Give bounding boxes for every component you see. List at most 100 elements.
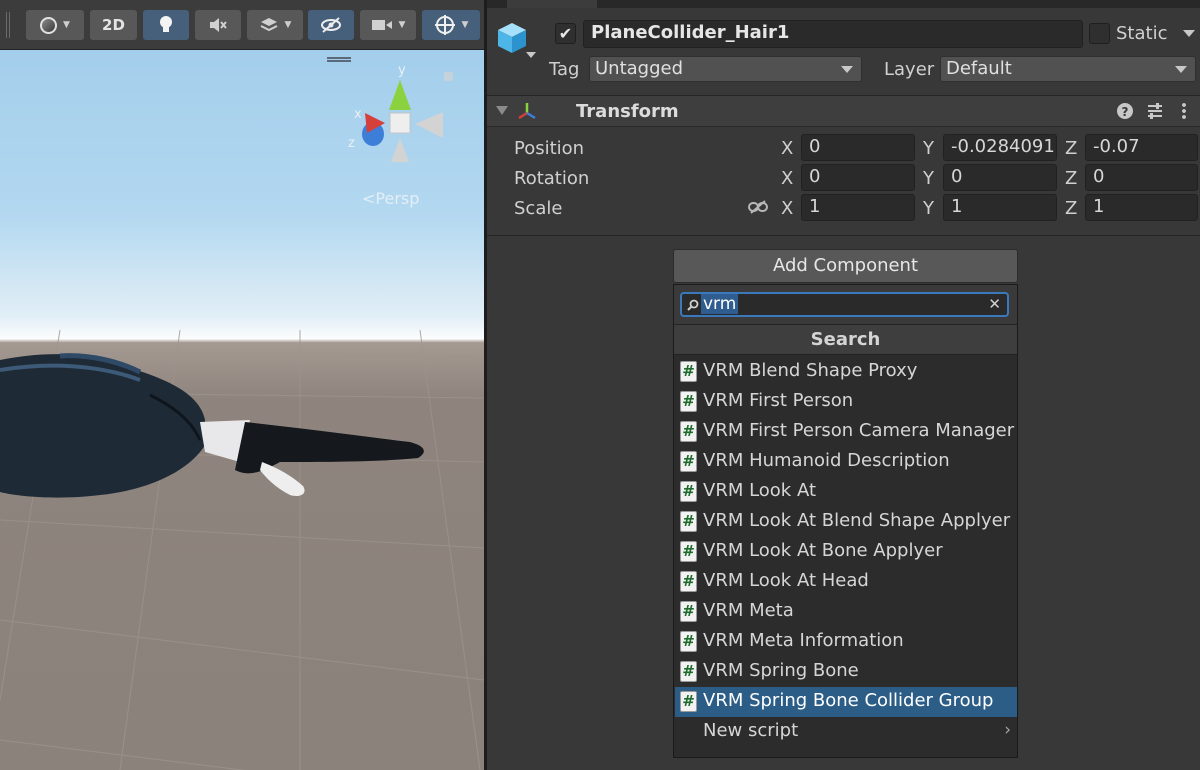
clear-search-icon[interactable]: ✕ (988, 295, 1001, 313)
script-hash-icon: # (680, 541, 697, 562)
chevron-down-icon: ▼ (284, 20, 292, 30)
icon-dropdown-arrow[interactable] (526, 52, 536, 58)
search-input-text[interactable]: vrm (701, 294, 739, 314)
constrain-proportions-icon[interactable] (748, 200, 768, 214)
position-x-field[interactable]: 0 (801, 134, 915, 161)
help-icon[interactable]: ? (1116, 102, 1134, 120)
object-name-field[interactable]: PlaneCollider_Hair1 (583, 20, 1083, 48)
position-x-label[interactable]: X (781, 138, 793, 159)
component-result-item[interactable]: # VRM Look At (675, 477, 1017, 507)
static-dropdown-arrow[interactable] (1183, 30, 1195, 37)
gizmo-center-cube[interactable] (389, 112, 411, 134)
component-result-label: VRM First Person Camera Manager (703, 420, 1015, 441)
rotation-z-label[interactable]: Z (1065, 168, 1077, 189)
component-result-item[interactable]: # VRM Humanoid Description (675, 447, 1017, 477)
foldout-arrow-icon[interactable] (496, 106, 508, 115)
layer-value: Default (946, 58, 1012, 79)
scale-x-field[interactable]: 1 (801, 194, 915, 221)
scale-z-field[interactable]: 1 (1085, 194, 1198, 221)
scale-x-label[interactable]: X (781, 198, 793, 219)
chevron-down-icon (841, 66, 853, 73)
component-separator (487, 235, 1200, 236)
rotation-y-field[interactable]: 0 (943, 164, 1057, 191)
gizmo-neg-x-cone[interactable] (415, 112, 443, 138)
position-z-label[interactable]: Z (1065, 138, 1077, 159)
rotation-x-label[interactable]: X (781, 168, 793, 189)
position-y-label[interactable]: Y (923, 138, 934, 159)
chevron-right-icon: › (1004, 720, 1011, 740)
chevron-down-icon (1175, 66, 1187, 73)
chevron-down-icon: ▼ (63, 20, 70, 30)
position-z-field[interactable]: -0.07 (1085, 134, 1198, 161)
svg-text:?: ? (1122, 105, 1129, 119)
gizmo-x-label: x (354, 107, 362, 122)
component-result-label: VRM Humanoid Description (703, 450, 950, 471)
scale-z-label[interactable]: Z (1065, 198, 1077, 219)
presets-icon[interactable] (1146, 102, 1164, 120)
component-result-label: VRM Look At Head (703, 570, 869, 591)
component-result-item[interactable]: # VRM Spring Bone (675, 657, 1017, 687)
scale-label[interactable]: Scale (514, 198, 562, 219)
gizmos-button[interactable]: ▼ (422, 10, 480, 40)
scene-visibility-icon (321, 17, 341, 33)
scale-y-field[interactable]: 1 (943, 194, 1057, 221)
component-result-item[interactable]: # VRM Meta Information (675, 627, 1017, 657)
projection-label[interactable]: <Persp (362, 189, 419, 208)
shading-mode-button[interactable]: ▼ (26, 10, 84, 40)
tag-value: Untagged (595, 58, 684, 79)
orientation-gizmo[interactable]: y x z (345, 66, 455, 176)
component-result-item[interactable]: # VRM First Person Camera Manager (675, 417, 1017, 447)
script-hash-icon: # (680, 661, 697, 682)
gizmo-menu-handle[interactable] (327, 57, 351, 62)
rotation-label[interactable]: Rotation (514, 168, 589, 189)
scene-camera-icon (371, 20, 392, 30)
scene-visibility-button[interactable] (308, 10, 354, 40)
audio-toggle-button[interactable] (195, 10, 241, 40)
scale-y-label[interactable]: Y (923, 198, 934, 219)
component-result-item[interactable]: # VRM Spring Bone Collider Group (675, 687, 1017, 717)
scene-camera-button[interactable]: ▼ (360, 10, 416, 40)
position-y-field[interactable]: -0.0284091 (943, 134, 1057, 161)
layer-dropdown[interactable]: Default (940, 56, 1196, 82)
active-checkbox[interactable]: ✔ (555, 23, 576, 44)
component-result-item[interactable]: # VRM Look At Bone Applyer (675, 537, 1017, 567)
component-result-label: VRM Spring Bone (703, 660, 859, 681)
component-result-item[interactable]: # VRM First Person (675, 387, 1017, 417)
new-script-label: New script (703, 720, 799, 741)
rotation-y-label[interactable]: Y (923, 168, 934, 189)
gizmos-icon (434, 15, 455, 35)
add-component-popup: vrm ✕ Search # VRM Blend Shape Proxy # VRM … (673, 284, 1018, 758)
back-arrow-icon: < (362, 189, 376, 208)
component-result-label: VRM Look At (703, 480, 817, 501)
component-result-item[interactable]: # VRM Blend Shape Proxy (675, 357, 1017, 387)
position-label[interactable]: Position (514, 138, 584, 159)
new-script-item[interactable]: New script › (675, 717, 1017, 747)
script-hash-icon: # (680, 511, 697, 532)
static-checkbox[interactable] (1089, 23, 1110, 44)
component-search-field[interactable]: vrm ✕ (680, 292, 1009, 317)
component-result-item[interactable]: # VRM Look At Blend Shape Applyer (675, 507, 1017, 537)
inspector-tab[interactable] (507, 0, 597, 8)
lighting-toggle-button[interactable] (143, 10, 189, 40)
script-hash-icon: # (680, 421, 697, 442)
effects-layers-icon (260, 18, 277, 32)
component-result-label: VRM Blend Shape Proxy (703, 360, 918, 381)
projection-text: Persp (375, 189, 420, 208)
transform-title: Transform (576, 101, 679, 122)
effects-button[interactable]: ▼ (247, 10, 303, 40)
scene-toolbar: ▼ 2D ▼ ▼ ▼ (0, 0, 484, 50)
tag-dropdown[interactable]: Untagged (589, 56, 862, 82)
toggle-2d-button[interactable]: 2D (90, 10, 137, 40)
rotation-x-field[interactable]: 0 (801, 164, 915, 191)
rotation-z-field[interactable]: 0 (1085, 164, 1198, 191)
component-result-item[interactable]: # VRM Meta (675, 597, 1017, 627)
gizmo-y-label: y (398, 66, 406, 78)
scene-view[interactable]: ▼ 2D ▼ ▼ ▼ y x z <Persp (0, 0, 484, 770)
more-menu-icon[interactable] (1182, 102, 1186, 120)
search-icon (687, 299, 699, 311)
add-component-button[interactable]: Add Component (673, 249, 1018, 283)
script-hash-icon: # (680, 391, 697, 412)
component-result-item[interactable]: # VRM Look At Head (675, 567, 1017, 597)
gizmo-y-cone[interactable] (389, 80, 411, 110)
gizmo-neg-y-cone[interactable] (391, 138, 409, 162)
